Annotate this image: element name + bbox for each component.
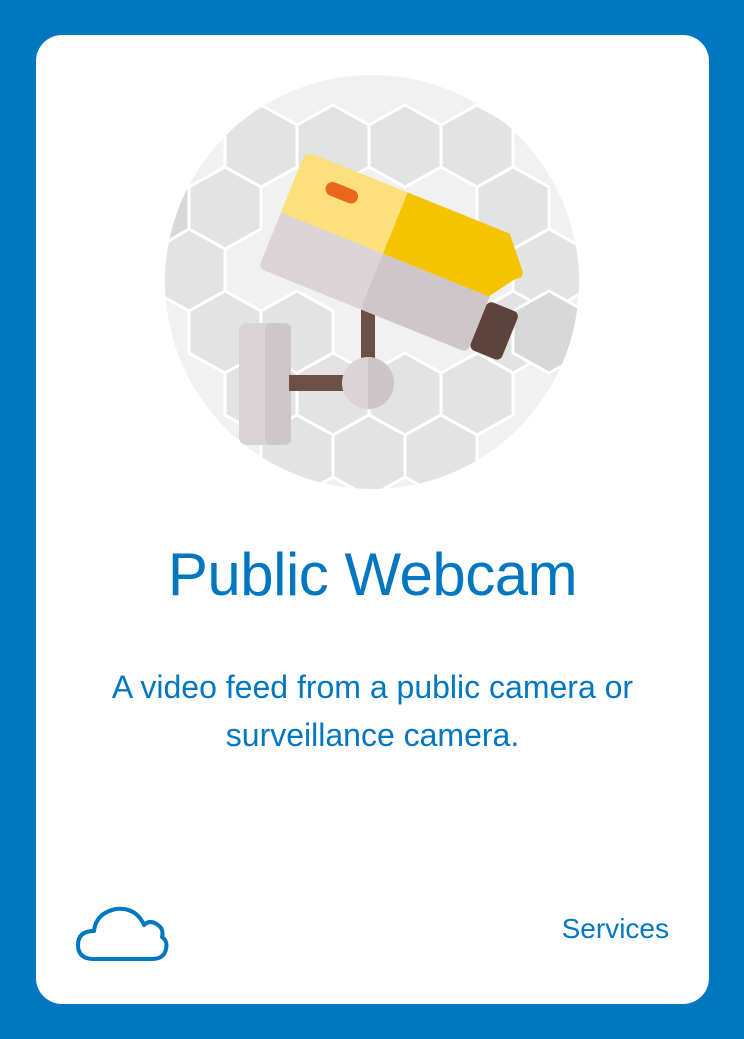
security-camera-icon	[165, 75, 579, 489]
card-title: Public Webcam	[167, 541, 578, 608]
cloud-icon	[76, 906, 169, 961]
category-label: Services	[561, 913, 669, 944]
card: Public Webcam A video feed from a public…	[36, 35, 709, 1004]
card-description: A video feed from a public camera or sur…	[111, 669, 634, 753]
